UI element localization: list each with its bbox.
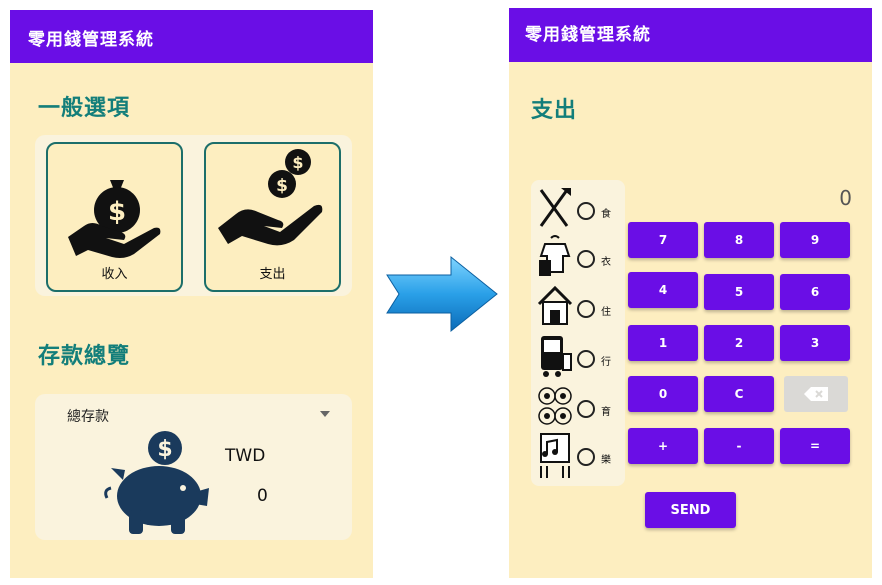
- radio-education[interactable]: [577, 400, 595, 418]
- send-button[interactable]: SEND: [645, 492, 736, 528]
- key-equals[interactable]: =: [780, 428, 850, 464]
- app-bar-title: 零用錢管理系統: [509, 8, 872, 62]
- income-label: 收入: [101, 267, 128, 282]
- fork-knife-icon: [539, 188, 571, 227]
- radio-entertainment[interactable]: [577, 448, 595, 466]
- key-minus[interactable]: -: [704, 428, 774, 464]
- savings-card: 總存款 $ TWD 0: [35, 394, 352, 540]
- amount-display: 0: [839, 186, 852, 210]
- money-bag-hand-icon: $: [68, 180, 161, 258]
- key-4[interactable]: 4: [628, 272, 698, 308]
- expense-button[interactable]: $ $ 支出: [204, 142, 341, 292]
- dropdown-arrow-icon: [320, 411, 330, 417]
- backspace-icon: [804, 387, 828, 401]
- category-panel: 食 衣 住 行 育 樂: [531, 180, 625, 486]
- education-icon: [538, 387, 572, 425]
- home-screen: 零用錢管理系統 一般選項 $ 收入 $ $ 支出 存款總覽 總存款 $ TWD …: [10, 10, 373, 578]
- radio-food[interactable]: [577, 202, 595, 220]
- category-transport-label: 行: [601, 357, 611, 368]
- balance-value: 0: [257, 486, 268, 506]
- category-housing-label: 住: [601, 307, 611, 318]
- clothes-icon: [539, 235, 571, 276]
- entertainment-icon: [540, 433, 570, 478]
- category-entertainment-label: 樂: [601, 455, 611, 466]
- category-food[interactable]: 食: [531, 186, 625, 234]
- key-plus[interactable]: +: [628, 428, 698, 464]
- key-5[interactable]: 5: [704, 274, 774, 310]
- expense-label: 支出: [259, 267, 286, 282]
- income-button[interactable]: $ 收入: [46, 142, 183, 292]
- key-2[interactable]: 2: [704, 325, 774, 361]
- key-7[interactable]: 7: [628, 222, 698, 258]
- general-options-title: 一般選項: [38, 96, 131, 121]
- category-education-label: 育: [601, 407, 611, 418]
- svg-text:$: $: [276, 176, 288, 196]
- piggy-bank-icon: $: [104, 431, 209, 534]
- bus-icon: [541, 336, 572, 377]
- category-housing[interactable]: 住: [531, 284, 625, 332]
- radio-housing[interactable]: [577, 300, 595, 318]
- expense-title: 支出: [531, 98, 578, 123]
- dropdown-selected-value: 總存款: [67, 409, 109, 425]
- expense-screen: 零用錢管理系統 支出 0 食 衣 住 行 育 樂 7 8 9 4 5 6 1 2…: [509, 8, 872, 578]
- key-1[interactable]: 1: [628, 325, 698, 361]
- svg-text:$: $: [157, 437, 172, 462]
- radio-clothes[interactable]: [577, 250, 595, 268]
- key-6[interactable]: 6: [780, 274, 850, 310]
- key-3[interactable]: 3: [780, 325, 850, 361]
- stage: 零用錢管理系統 一般選項 $ 收入 $ $ 支出 存款總覽 總存款 $ TWD …: [0, 0, 882, 585]
- savings-overview-title: 存款總覽: [38, 344, 131, 369]
- currency-label: TWD: [225, 446, 266, 466]
- transition-arrow-icon: [386, 255, 498, 333]
- key-8[interactable]: 8: [704, 222, 774, 258]
- app-bar-title: 零用錢管理系統: [10, 10, 373, 63]
- key-0[interactable]: 0: [628, 376, 698, 412]
- svg-text:$: $: [292, 153, 303, 172]
- category-entertainment[interactable]: 樂: [531, 432, 625, 480]
- house-icon: [537, 285, 573, 325]
- category-education[interactable]: 育: [531, 384, 625, 432]
- key-9[interactable]: 9: [780, 222, 850, 258]
- savings-dropdown[interactable]: 總存款: [35, 394, 352, 430]
- category-transport[interactable]: 行: [531, 334, 625, 382]
- radio-transport[interactable]: [577, 350, 595, 368]
- category-clothes[interactable]: 衣: [531, 234, 625, 282]
- svg-text:$: $: [108, 197, 126, 227]
- category-clothes-label: 衣: [601, 257, 611, 268]
- coin-hand-icon: $ $: [218, 149, 323, 246]
- general-options-card: $ 收入 $ $ 支出: [35, 135, 352, 296]
- backspace-button[interactable]: [784, 376, 848, 412]
- key-clear[interactable]: C: [704, 376, 774, 412]
- category-food-label: 食: [601, 209, 611, 220]
